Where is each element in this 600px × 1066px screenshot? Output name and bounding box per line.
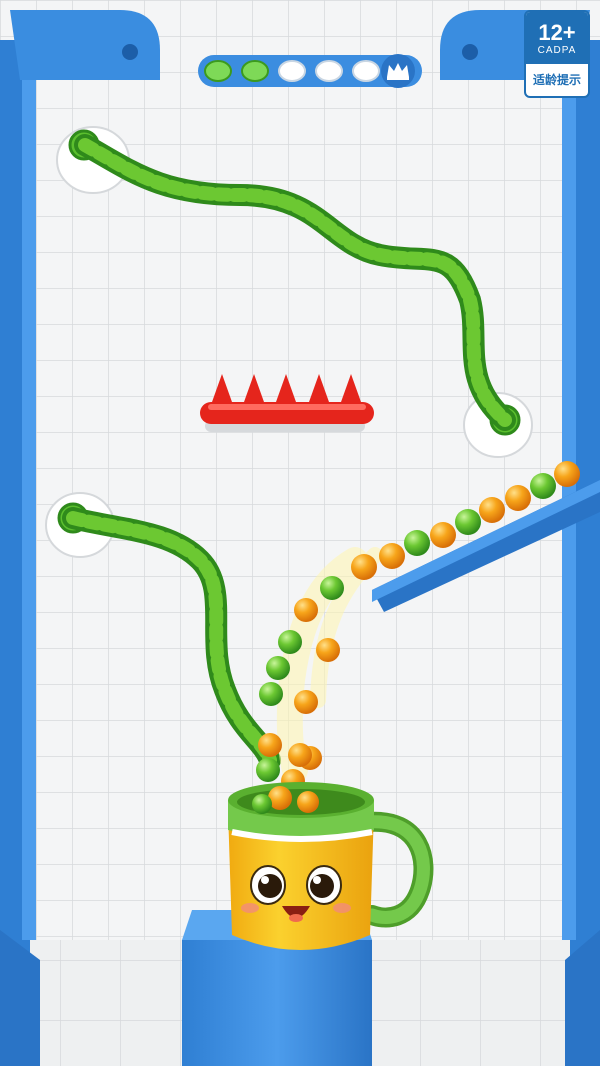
ball-orange — [294, 690, 318, 714]
ball-orange — [479, 497, 505, 523]
progress-dot-done — [204, 60, 232, 82]
crown-icon — [381, 54, 415, 88]
ball-orange — [351, 554, 377, 580]
game-scene — [0, 0, 600, 1066]
game-stage: 12+ CADPA 适龄提示 — [0, 0, 600, 1066]
progress-dot-pending — [315, 60, 343, 82]
level-progress — [198, 52, 422, 90]
ball-green — [455, 509, 481, 535]
age-rating-badge: 12+ CADPA 适龄提示 — [524, 10, 590, 98]
ball-green — [320, 576, 344, 600]
ball-green — [266, 656, 290, 680]
ball-green — [259, 682, 283, 706]
progress-dot-pending — [278, 60, 306, 82]
age-rating-header: 12+ CADPA — [526, 12, 588, 64]
age-rating-org: CADPA — [537, 44, 577, 56]
ball-orange — [294, 598, 318, 622]
age-rating-number: 12+ — [538, 19, 576, 45]
ball-orange — [505, 485, 531, 511]
ball-green — [278, 630, 302, 654]
progress-dot-done — [241, 60, 269, 82]
ball-green — [256, 758, 280, 782]
ball-orange — [430, 522, 456, 548]
ball-orange — [554, 461, 580, 487]
progress-dot-pending — [352, 60, 380, 82]
ball-orange — [288, 743, 312, 767]
level-progress-track — [198, 54, 422, 88]
ball-orange — [379, 543, 405, 569]
ball-green — [530, 473, 556, 499]
ball-green — [404, 530, 430, 556]
ball-orange — [258, 733, 282, 757]
age-rating-notice: 适龄提示 — [532, 73, 581, 87]
ball-orange — [316, 638, 340, 662]
